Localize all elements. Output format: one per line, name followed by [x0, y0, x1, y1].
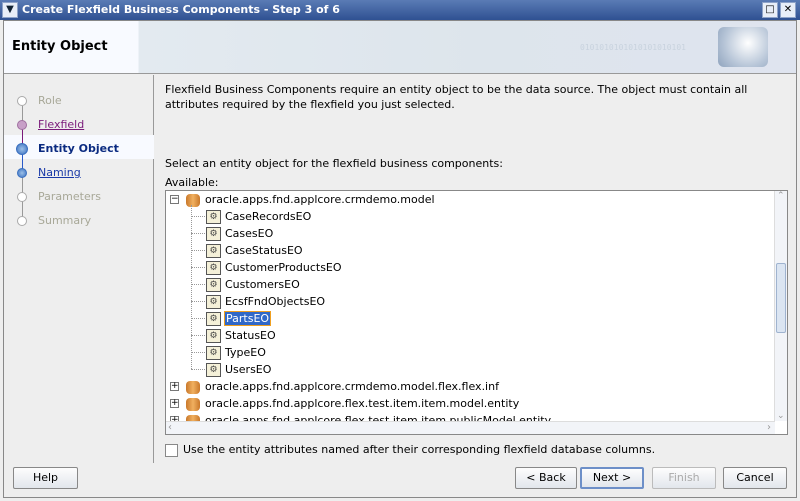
- page-title: Entity Object: [12, 39, 108, 54]
- tree-node-package[interactable]: oracle.apps.fnd.applcore.crmdemo.model: [186, 191, 435, 208]
- window-title: Create Flexfield Business Components - S…: [22, 3, 340, 16]
- package-icon: [186, 397, 200, 411]
- entity-label: PartsEO: [223, 311, 272, 326]
- tree-connector: [191, 267, 205, 268]
- step-flexfield[interactable]: Flexfield: [38, 118, 84, 131]
- step-summary: Summary: [38, 214, 92, 227]
- tree-connector: [191, 301, 205, 302]
- available-label: Available:: [165, 176, 219, 189]
- entity-tree[interactable]: oracle.apps.fnd.applcore.crmdemo.model − ⚙…: [165, 190, 788, 435]
- tree-connector: [191, 205, 192, 369]
- tree-connector: [191, 250, 205, 251]
- tree-connector: [191, 284, 205, 285]
- intro-text: Flexfield Business Components require an…: [165, 83, 748, 111]
- entity-label: UsersEO: [225, 363, 272, 376]
- entity-object-icon: ⚙: [206, 227, 221, 241]
- scroll-left-icon[interactable]: ‹: [168, 422, 172, 434]
- entity-object-icon: ⚙: [206, 244, 221, 258]
- maximize-icon[interactable]: □: [762, 2, 778, 18]
- tree-connector: [191, 369, 205, 370]
- entity-label: CaseStatusEO: [225, 244, 303, 257]
- back-button[interactable]: < Back: [515, 467, 577, 489]
- step-dot: [17, 192, 27, 202]
- chevron-down-icon[interactable]: ▼: [2, 2, 18, 18]
- tree-node-entity[interactable]: ⚙ StatusEO: [206, 327, 276, 344]
- tree-node-package[interactable]: oracle.apps.fnd.applcore.crmdemo.model.f…: [186, 378, 499, 395]
- step-role: Role: [38, 94, 62, 107]
- entity-label: EcsfFndObjectsEO: [225, 295, 326, 308]
- help-button[interactable]: Help: [13, 467, 78, 489]
- tree-node-entity[interactable]: ⚙ UsersEO: [206, 361, 271, 378]
- package-icon: [186, 380, 200, 394]
- entity-label: CasesEO: [225, 227, 274, 240]
- entity-object-icon: ⚙: [206, 261, 221, 275]
- tree-node-entity[interactable]: ⚙ CasesEO: [206, 225, 273, 242]
- entity-object-icon: ⚙: [206, 210, 221, 224]
- package-icon: [186, 193, 200, 207]
- entity-label: CustomerProductsEO: [225, 261, 342, 274]
- next-button[interactable]: Next >: [580, 467, 644, 489]
- tree-connector: [191, 335, 205, 336]
- entity-label: CaseRecordsEO: [225, 210, 312, 223]
- collapse-icon[interactable]: −: [170, 195, 179, 204]
- header-banner: Entity Object 0101010101010101010101: [4, 21, 796, 74]
- expand-icon[interactable]: +: [170, 382, 179, 391]
- scroll-right-icon[interactable]: ›: [767, 422, 771, 434]
- tree-node-entity[interactable]: ⚙ CustomerProductsEO: [206, 259, 342, 276]
- finish-button: Finish: [652, 467, 716, 489]
- entity-object-icon: ⚙: [206, 346, 221, 360]
- tree-connector: [191, 352, 205, 353]
- tree-node-entity[interactable]: ⚙ TypeEO: [206, 344, 266, 361]
- entity-object-icon: ⚙: [206, 363, 221, 377]
- prompt-text: Select an entity object for the flexfiel…: [165, 157, 503, 170]
- step-dot: [17, 216, 27, 226]
- entity-object-icon: ⚙: [206, 278, 221, 292]
- entity-label: TypeEO: [225, 346, 266, 359]
- content-panel: Flexfield Business Components require an…: [155, 75, 796, 463]
- checkbox-label: Use the entity attributes named after th…: [183, 443, 656, 456]
- wizard-logo-icon: [718, 27, 768, 67]
- tree-connector: [191, 318, 205, 319]
- cancel-button[interactable]: Cancel: [723, 467, 787, 489]
- step-dot: [16, 143, 28, 155]
- entity-label: CustomersEO: [225, 278, 300, 291]
- scroll-up-icon[interactable]: ⌃: [777, 191, 785, 201]
- step-dot: [17, 168, 27, 178]
- tree-node-entity[interactable]: ⚙ PartsEO: [206, 310, 272, 327]
- package-label: oracle.apps.fnd.applcore.crmdemo.model: [205, 193, 435, 206]
- step-entity-object: Entity Object: [38, 142, 119, 155]
- entity-object-icon: ⚙: [206, 295, 221, 309]
- horizontal-scrollbar[interactable]: ‹ ›: [166, 421, 775, 434]
- scroll-down-icon[interactable]: ⌄: [777, 411, 785, 421]
- scroll-thumb[interactable]: [776, 263, 786, 333]
- entity-object-icon: ⚙: [206, 329, 221, 343]
- package-label: oracle.apps.fnd.applcore.flex.test.item.…: [205, 397, 520, 410]
- dialog: Entity Object 0101010101010101010101 Rol…: [3, 20, 797, 498]
- tree-connector: [191, 216, 205, 217]
- binary-decoration: 0101010101010101010101: [580, 43, 686, 52]
- steps-panel: Role Flexfield Entity Object Naming Para…: [4, 75, 154, 463]
- tree-node-entity[interactable]: ⚙ CaseRecordsEO: [206, 208, 311, 225]
- step-dot: [17, 120, 27, 130]
- step-dot: [17, 96, 27, 106]
- close-icon[interactable]: ✕: [780, 2, 796, 18]
- tree-node-package[interactable]: oracle.apps.fnd.applcore.flex.test.item.…: [186, 395, 519, 412]
- step-naming[interactable]: Naming: [38, 166, 81, 179]
- tree-node-entity[interactable]: ⚙ CustomersEO: [206, 276, 300, 293]
- step-parameters: Parameters: [38, 190, 101, 203]
- title-bar: ▼ Create Flexfield Business Components -…: [0, 0, 800, 20]
- use-column-names-checkbox[interactable]: [165, 444, 178, 457]
- expand-icon[interactable]: +: [170, 399, 179, 408]
- tree-connector: [191, 233, 205, 234]
- tree-node-entity[interactable]: ⚙ CaseStatusEO: [206, 242, 303, 259]
- entity-label: StatusEO: [225, 329, 276, 342]
- vertical-scrollbar[interactable]: ⌃ ⌄: [774, 191, 787, 421]
- tree-node-entity[interactable]: ⚙ EcsfFndObjectsEO: [206, 293, 325, 310]
- entity-object-icon: ⚙: [206, 312, 221, 326]
- package-label: oracle.apps.fnd.applcore.crmdemo.model.f…: [205, 380, 499, 393]
